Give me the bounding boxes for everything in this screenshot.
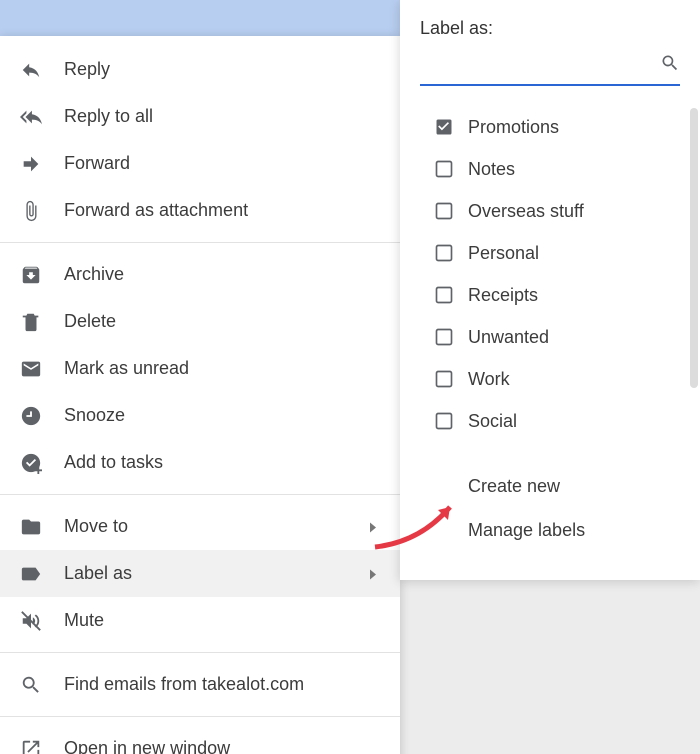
label-as-submenu: Label as: Promotions Notes Overseas stuf… [400,0,700,580]
menu-item-label: Mute [64,610,104,631]
menu-item-label: Move to [64,516,128,537]
label-name: Unwanted [468,327,549,348]
checkbox-checked-icon [434,117,454,137]
label-checkbox-social[interactable]: Social [400,400,700,442]
menu-separator [0,242,400,243]
reply-all-icon [20,105,50,129]
label-list: Promotions Notes Overseas stuff Personal [400,106,700,456]
archive-icon [20,263,50,287]
menu-separator [0,494,400,495]
menu-item-forward[interactable]: Forward [0,140,400,187]
menu-separator [0,716,400,717]
label-name: Notes [468,159,515,180]
label-name: Promotions [468,117,559,138]
reply-icon [20,58,50,82]
menu-item-label: Find emails from takealot.com [64,674,304,695]
label-action-text: Create new [468,476,560,497]
menu-item-open-new-window[interactable]: Open in new window [0,725,400,754]
menu-item-label: Reply [64,59,110,80]
menu-item-forward-as-attachment[interactable]: Forward as attachment [0,187,400,234]
menu-item-mute[interactable]: Mute [0,597,400,644]
label-checkbox-unwanted[interactable]: Unwanted [400,316,700,358]
checkbox-unchecked-icon [434,159,454,179]
attachment-icon [20,199,50,223]
label-name: Work [468,369,510,390]
checkbox-unchecked-icon [434,411,454,431]
menu-item-label: Open in new window [64,738,230,754]
menu-item-label-as[interactable]: Label as [0,550,400,597]
scrollbar-thumb[interactable] [690,108,698,388]
label-action-manage-labels[interactable]: Manage labels [400,508,700,552]
email-context-menu: Reply Reply to all Forward Forward as at… [0,36,400,754]
label-action-text: Manage labels [468,520,585,541]
checkbox-unchecked-icon [434,201,454,221]
menu-item-label: Forward as attachment [64,200,248,221]
label-name: Social [468,411,517,432]
label-checkbox-notes[interactable]: Notes [400,148,700,190]
mark-unread-icon [20,357,50,381]
menu-separator [0,652,400,653]
chevron-right-icon [368,563,378,584]
open-new-window-icon [20,737,50,754]
menu-item-label: Mark as unread [64,358,189,379]
menu-item-reply-all[interactable]: Reply to all [0,93,400,140]
menu-item-label: Archive [64,264,124,285]
menu-item-label: Snooze [64,405,125,426]
checkbox-unchecked-icon [434,327,454,347]
menu-item-add-to-tasks[interactable]: Add to tasks [0,439,400,486]
menu-item-delete[interactable]: Delete [0,298,400,345]
search-icon [20,673,50,697]
delete-icon [20,310,50,334]
label-actions: Create new Manage labels [400,464,700,552]
label-checkbox-personal[interactable]: Personal [400,232,700,274]
label-search-row [420,53,680,86]
mute-icon [20,609,50,633]
menu-item-snooze[interactable]: Snooze [0,392,400,439]
snooze-icon [20,404,50,428]
checkbox-unchecked-icon [434,285,454,305]
menu-item-label: Label as [64,563,132,584]
menu-item-move-to[interactable]: Move to [0,503,400,550]
menu-item-label: Delete [64,311,116,332]
move-to-icon [20,515,50,539]
label-checkbox-overseas-stuff[interactable]: Overseas stuff [400,190,700,232]
label-icon [20,562,50,586]
label-name: Overseas stuff [468,201,584,222]
checkbox-unchecked-icon [434,243,454,263]
label-search-input[interactable] [420,56,660,76]
menu-item-archive[interactable]: Archive [0,251,400,298]
label-name: Personal [468,243,539,264]
checkbox-unchecked-icon [434,369,454,389]
menu-item-label: Add to tasks [64,452,163,473]
chevron-right-icon [368,516,378,537]
label-name: Receipts [468,285,538,306]
window-titlebar-fragment [0,0,400,36]
menu-item-find-emails-from[interactable]: Find emails from takealot.com [0,661,400,708]
label-checkbox-promotions[interactable]: Promotions [400,106,700,148]
label-action-create-new[interactable]: Create new [400,464,700,508]
menu-item-reply[interactable]: Reply [0,46,400,93]
menu-item-mark-unread[interactable]: Mark as unread [0,345,400,392]
search-icon [660,53,680,78]
menu-item-label: Forward [64,153,130,174]
add-task-icon [20,451,50,475]
label-checkbox-receipts[interactable]: Receipts [400,274,700,316]
forward-icon [20,152,50,176]
label-checkbox-work[interactable]: Work [400,358,700,400]
label-popup-title: Label as: [400,0,700,45]
menu-item-label: Reply to all [64,106,153,127]
